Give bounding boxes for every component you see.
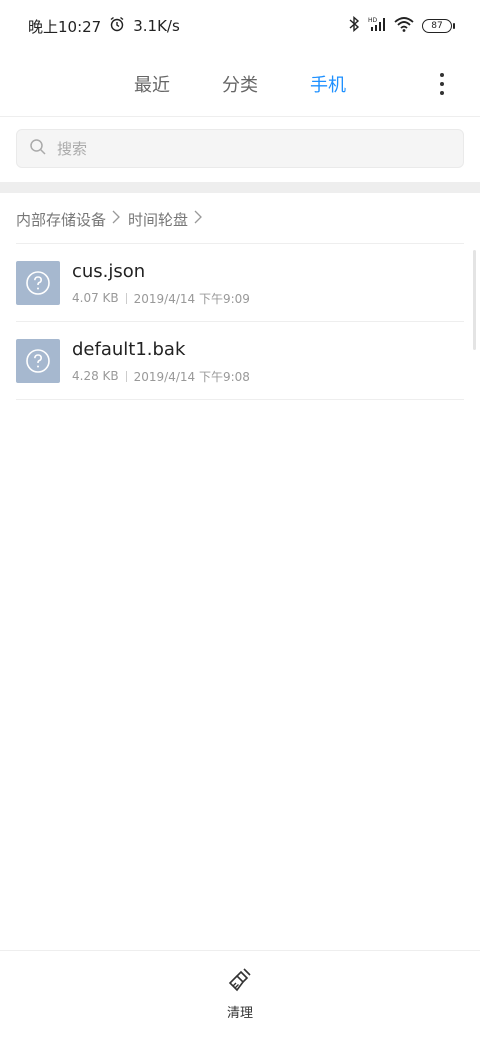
status-bar: 晚上10:27 3.1K/s HD 87 xyxy=(0,0,480,52)
status-time: 晚上10:27 xyxy=(28,17,102,36)
section-divider xyxy=(0,182,480,193)
tab-recent[interactable]: 最近 xyxy=(108,71,196,97)
file-size: 4.07 KB xyxy=(72,291,119,305)
unknown-file-icon xyxy=(16,261,60,305)
file-name: cus.json xyxy=(72,260,146,282)
broom-icon xyxy=(226,966,254,998)
battery-level: 87 xyxy=(431,21,443,31)
meta-separator xyxy=(125,292,127,304)
status-left: 晚上10:27 3.1K/s xyxy=(28,16,180,37)
chevron-right-icon xyxy=(194,210,202,228)
file-size: 4.28 KB xyxy=(72,369,119,383)
breadcrumb-internal-storage[interactable]: 内部存储设备 xyxy=(16,209,106,230)
meta-separator xyxy=(125,370,127,382)
wifi-icon xyxy=(394,16,414,36)
breadcrumb: 内部存储设备 时间轮盘 xyxy=(16,208,206,230)
chevron-right-icon xyxy=(112,210,120,228)
network-speed: 3.1K/s xyxy=(133,17,180,35)
search-icon xyxy=(29,138,47,160)
unknown-file-icon xyxy=(16,339,60,383)
clean-button[interactable]: 清理 xyxy=(200,966,280,1022)
top-tabs: 最近 分类 手机 xyxy=(0,52,480,116)
more-options-button[interactable] xyxy=(432,70,452,98)
clean-label: 清理 xyxy=(226,1006,253,1021)
file-row[interactable]: default1.bak 4.28 KB 2019/4/14 下午9:08 xyxy=(0,322,480,400)
tab-phone[interactable]: 手机 xyxy=(284,71,372,97)
breadcrumb-folder[interactable]: 时间轮盘 xyxy=(128,209,188,230)
file-info: default1.bak 4.28 KB 2019/4/14 下午9:08 xyxy=(72,338,250,385)
status-right: HD 87 xyxy=(348,15,455,36)
tab-category[interactable]: 分类 xyxy=(196,71,284,97)
file-meta: 4.07 KB 2019/4/14 下午9:09 xyxy=(72,290,250,307)
scrollbar[interactable] xyxy=(473,250,476,350)
search-input[interactable] xyxy=(57,139,437,158)
svg-text:HD: HD xyxy=(368,17,378,24)
bluetooth-icon xyxy=(348,15,360,36)
file-meta: 4.28 KB 2019/4/14 下午9:08 xyxy=(72,368,250,385)
search-box[interactable] xyxy=(16,129,464,168)
file-name: default1.bak xyxy=(72,338,186,360)
file-date: 2019/4/14 下午9:08 xyxy=(133,369,250,384)
header-divider xyxy=(0,116,480,117)
file-row[interactable]: cus.json 4.07 KB 2019/4/14 下午9:09 xyxy=(0,244,480,322)
file-info: cus.json 4.07 KB 2019/4/14 下午9:09 xyxy=(72,260,250,307)
file-list: cus.json 4.07 KB 2019/4/14 下午9:09 defaul… xyxy=(0,244,480,400)
bottom-divider xyxy=(0,950,480,951)
file-date: 2019/4/14 下午9:09 xyxy=(133,291,250,306)
more-dots-icon xyxy=(440,73,444,77)
battery-icon: 87 xyxy=(422,19,455,33)
signal-icon: HD xyxy=(368,16,386,36)
alarm-icon xyxy=(109,16,125,36)
